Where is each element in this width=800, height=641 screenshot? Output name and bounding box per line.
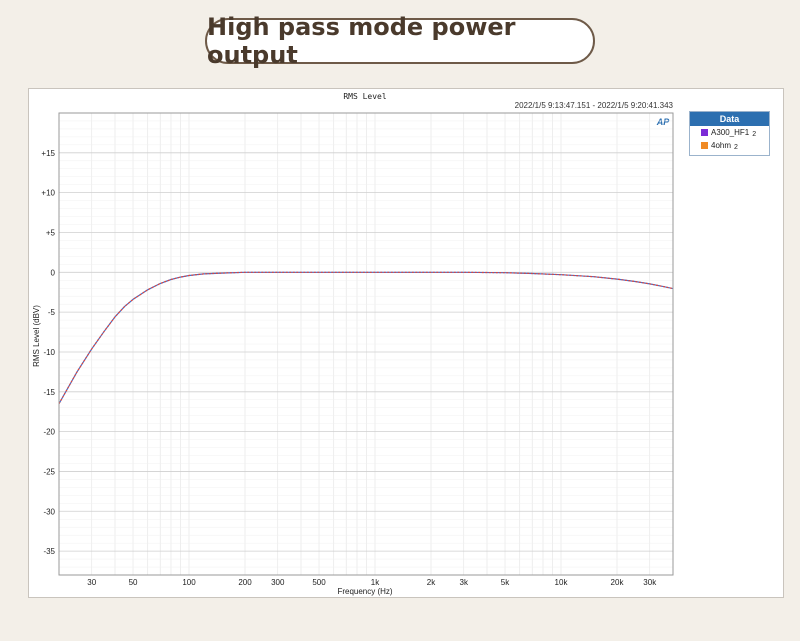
page-title: High pass mode power output [205, 13, 595, 69]
legend-item-4ohm[interactable]: 4ohm 2 [690, 139, 769, 152]
x-tick-label: 50 [129, 578, 138, 587]
x-tick-label: 5k [501, 578, 510, 587]
legend-title: Data [690, 112, 769, 126]
chart-panel: RMS Level 2022/1/5 9:13:47.151 - 2022/1/… [28, 88, 784, 598]
y-tick-label: -5 [48, 308, 56, 317]
y-axis-label: RMS Level (dBV) [32, 305, 41, 367]
legend-label-4ohm: 4ohm [711, 141, 732, 150]
chart-timestamp: 2022/1/5 9:13:47.151 - 2022/1/5 9:20:41.… [515, 101, 674, 110]
x-tick-label: 300 [271, 578, 285, 587]
chart-title: RMS Level [343, 92, 387, 101]
y-tick-label: +10 [41, 189, 55, 198]
grid-lines [58, 112, 674, 576]
x-axis-label: Frequency (Hz) [337, 587, 392, 596]
x-tick-label: 10k [555, 578, 569, 587]
x-tick-label: 500 [312, 578, 326, 587]
y-tick-label: 0 [51, 268, 56, 277]
y-tick-label: -35 [43, 547, 55, 556]
x-tick-label: 3k [460, 578, 469, 587]
x-tick-label: 20k [611, 578, 625, 587]
legend-item-a300[interactable]: A300_HF1 2 [690, 126, 769, 139]
legend-swatch-a300 [701, 129, 708, 136]
x-tick-label: 2k [427, 578, 436, 587]
y-tick-label: -20 [43, 428, 55, 437]
legend-swatch-4ohm [701, 142, 708, 149]
legend-sub-a300: 2 [752, 131, 757, 138]
x-tick-label: 200 [238, 578, 252, 587]
y-tick-label: -10 [43, 348, 55, 357]
x-tick-label: 1k [371, 578, 380, 587]
y-tick-label: +15 [41, 149, 55, 158]
y-tick-label: -25 [43, 467, 55, 476]
legend-sub-4ohm: 2 [734, 144, 738, 151]
x-tick-labels: 30 50 100 200 300 500 1k 2k 3k 5k 10k 20k 30k [87, 578, 657, 587]
legend: Data A300_HF1 2 4ohm 2 [689, 111, 770, 156]
y-tick-label: +5 [46, 228, 56, 237]
x-tick-label: 30 [87, 578, 96, 587]
x-tick-label: 30k [643, 578, 657, 587]
legend-label-a300: A300_HF1 [711, 128, 750, 137]
y-tick-label: -15 [43, 388, 55, 397]
x-tick-label: 100 [182, 578, 196, 587]
ap-logo-icon: AP [656, 117, 670, 127]
y-tick-labels: +15 +10 +5 0 -5 -10 -15 -20 -25 -30 -35 [41, 149, 55, 556]
y-tick-label: -30 [43, 507, 55, 516]
rms-level-chart: RMS Level 2022/1/5 9:13:47.151 - 2022/1/… [32, 92, 674, 596]
